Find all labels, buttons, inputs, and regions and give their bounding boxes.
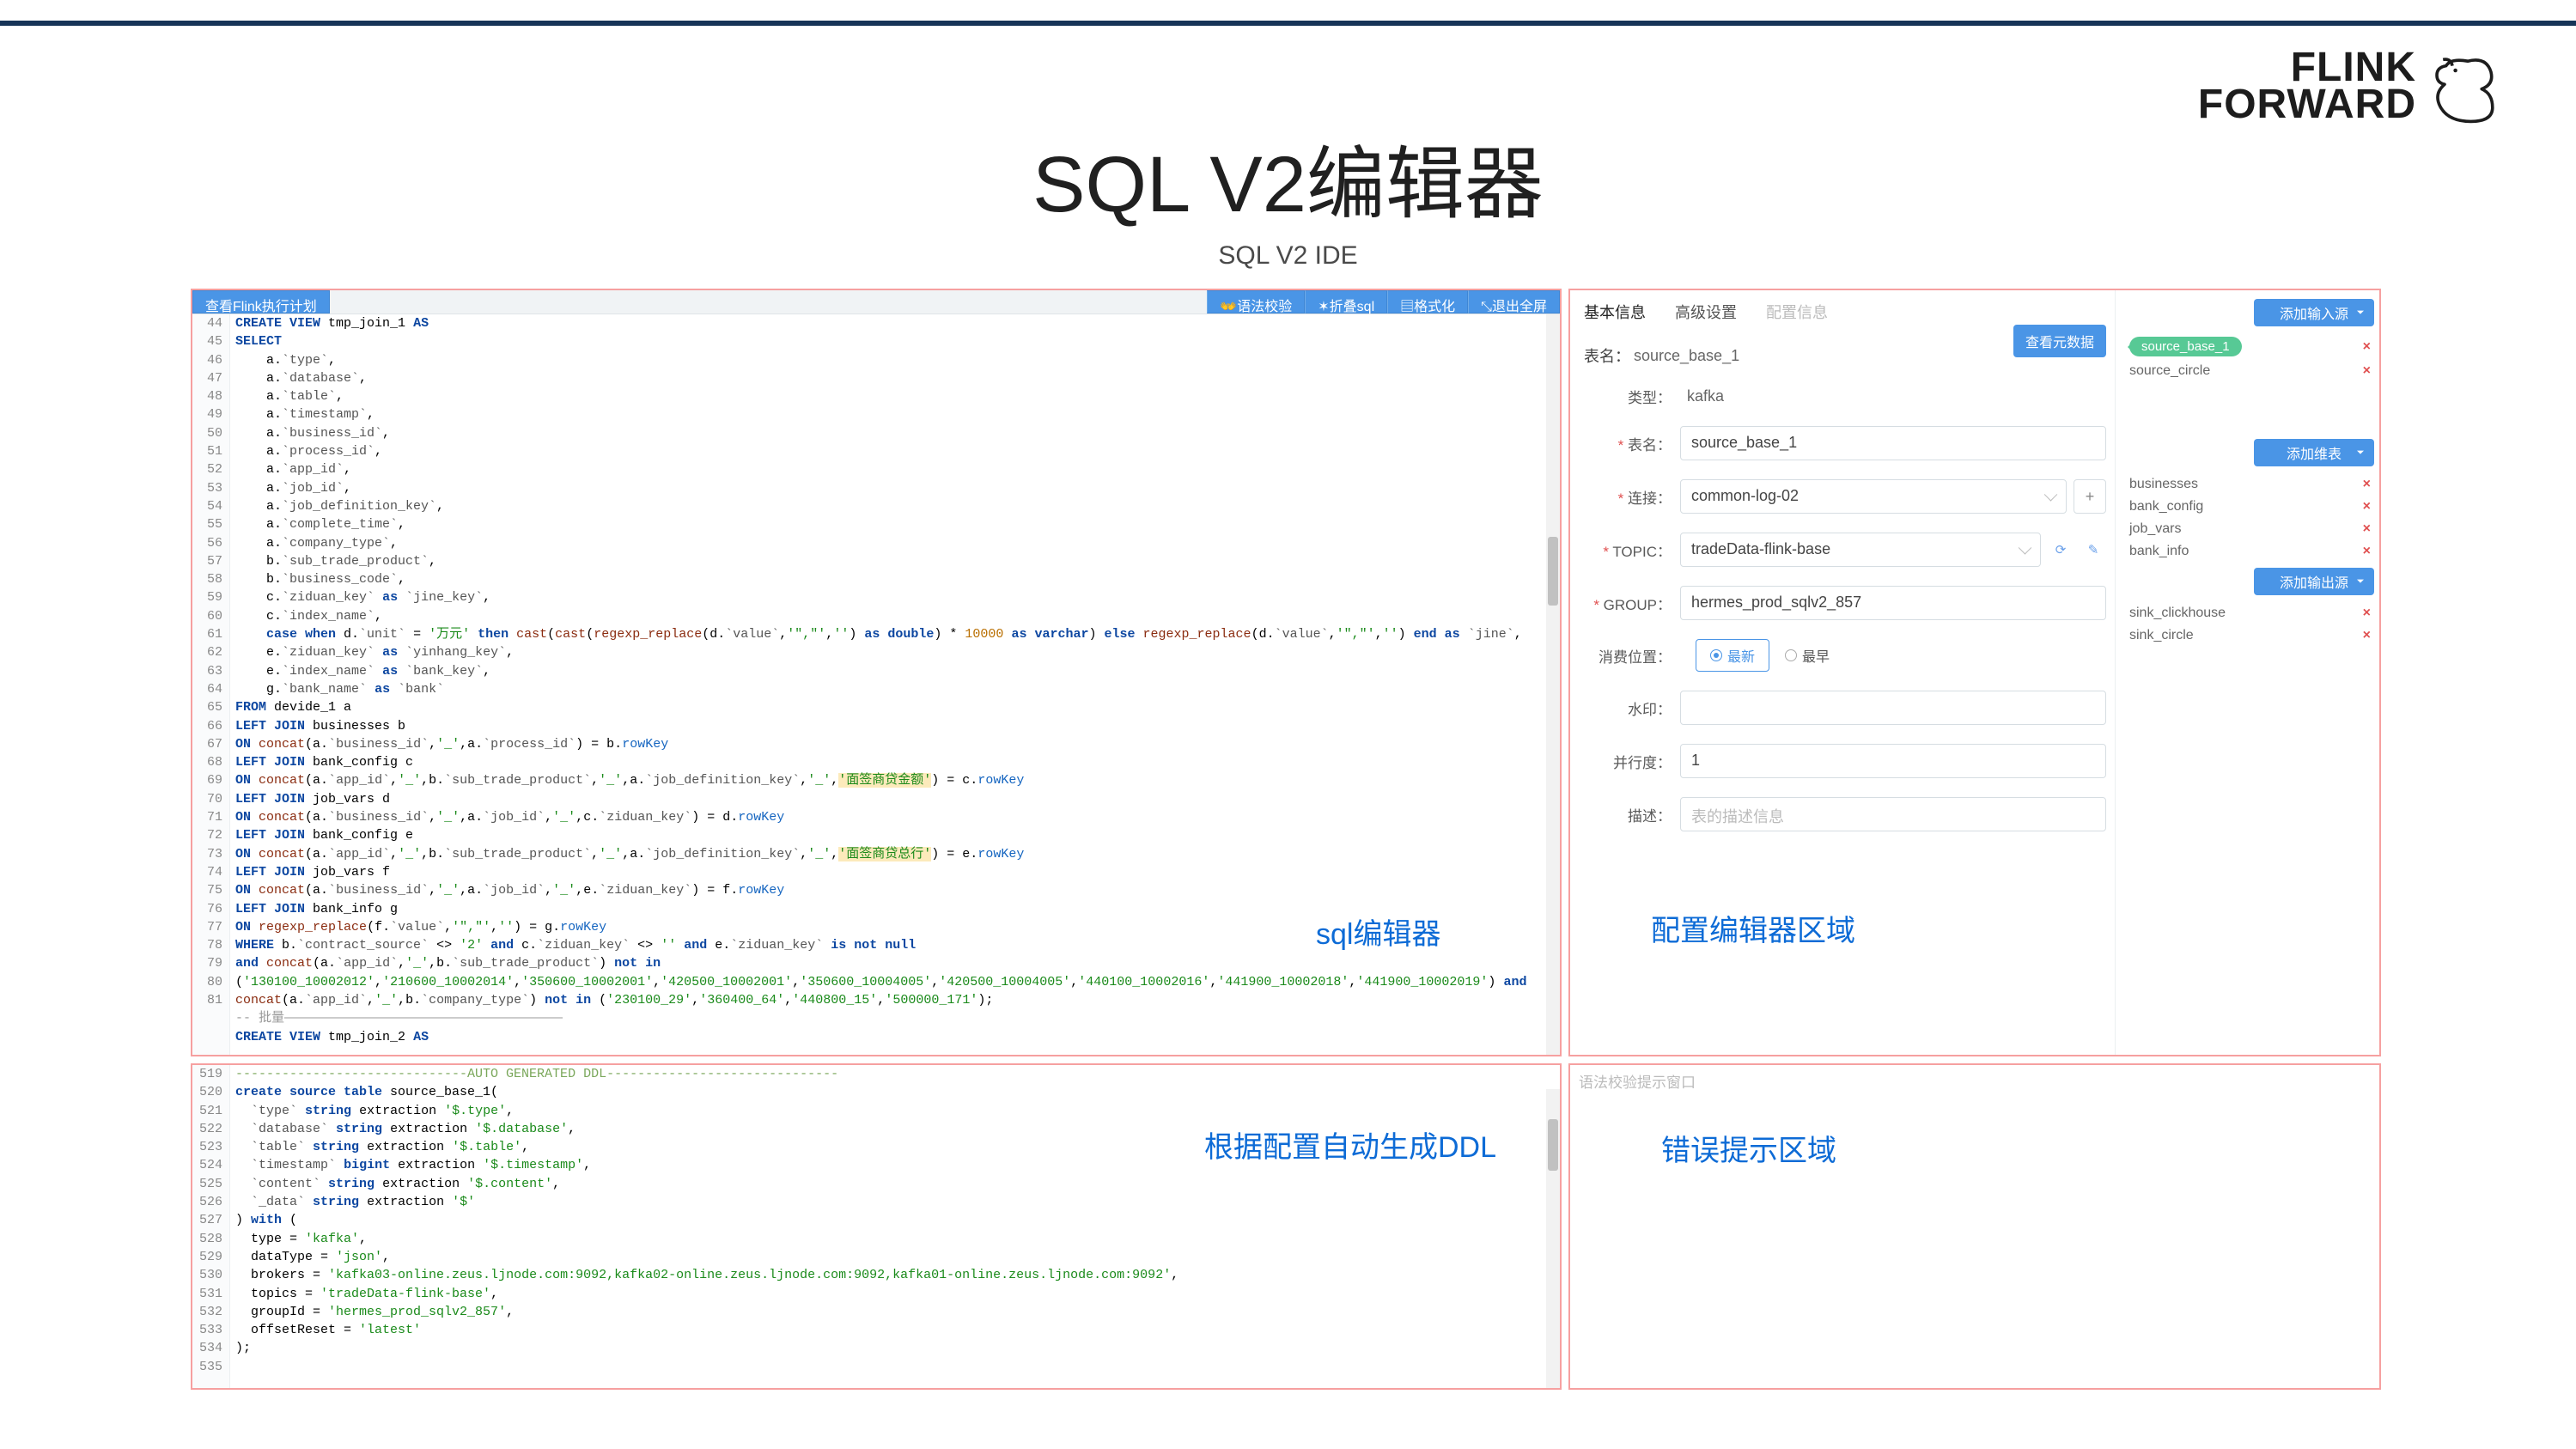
desc-input[interactable]: 表的描述信息 [1680, 797, 2106, 831]
sql-code[interactable]: CREATE VIEW tmp_join_1 AS SELECT a.`type… [230, 314, 1560, 1055]
side-item-label: bank_config [2129, 499, 2203, 514]
header-bar [0, 0, 2576, 26]
brand-line1: FLINK [2198, 49, 2416, 86]
watermark-label: 水印： [1584, 697, 1680, 719]
ddl-scrollbar[interactable] [1546, 1089, 1560, 1388]
radio-dot-icon [1710, 649, 1722, 661]
remove-icon[interactable]: × [2363, 363, 2371, 379]
conn-add-button[interactable]: + [2074, 479, 2106, 514]
page-title: SQL V2编辑器 [0, 120, 2576, 234]
ide-container: 查看Flink执行计划 👐语法校验 ✶折叠sql ▤格式化 ⤡退出全屏 44 4… [191, 289, 2386, 1397]
title-block: SQL V2编辑器 SQL V2 IDE [0, 120, 2576, 271]
parallel-label: 并行度： [1584, 751, 1680, 772]
type-value: kafka [1680, 387, 1724, 405]
topic-edit-button[interactable]: ✎ [2080, 537, 2106, 563]
syntax-check-button[interactable]: 👐语法校验 [1207, 290, 1305, 314]
remove-icon[interactable]: × [2363, 606, 2371, 621]
sql-toolbar: 查看Flink执行计划 👐语法校验 ✶折叠sql ▤格式化 ⤡退出全屏 [192, 290, 1560, 314]
remove-icon[interactable]: × [2363, 477, 2371, 492]
side-item-label: job_vars [2129, 521, 2181, 537]
topic-select[interactable]: tradeData-flink-base [1680, 533, 2041, 567]
ddl-panel: 519 520 521 522 523 524 525 526 527 528 … [191, 1063, 1562, 1390]
side-item[interactable]: businesses × [2121, 473, 2374, 496]
refresh-icon: ⟳ [2055, 542, 2067, 557]
name-input[interactable]: source_base_1 [1680, 426, 2106, 460]
ddl-line-gutter: 519 520 521 522 523 524 525 526 527 528 … [192, 1065, 230, 1388]
format-button[interactable]: ▤格式化 [1387, 290, 1468, 314]
fullscreen-exit-icon: ⤡ [1481, 300, 1492, 314]
fold-icon: ✶ [1318, 300, 1329, 314]
remove-icon[interactable]: × [2363, 339, 2371, 355]
tab-advanced[interactable]: 高级设置 [1675, 301, 1737, 323]
side-item[interactable]: bank_info × [2121, 540, 2374, 563]
error-hint: 语法校验提示窗口 [1579, 1070, 2371, 1092]
consume-earliest-radio[interactable]: 最早 [1785, 640, 1843, 671]
config-editor-panel: 基本信息 高级设置 配置信息 表名： source_base_1 查看元数据 类… [1568, 289, 2381, 1056]
side-item-label: sink_clickhouse [2129, 606, 2226, 621]
side-item[interactable]: job_vars × [2121, 518, 2374, 540]
view-plan-button[interactable]: 查看Flink执行计划 [192, 290, 330, 314]
conn-label: 连接： [1584, 486, 1680, 508]
squirrel-icon [2421, 47, 2499, 125]
sql-scrollbar[interactable] [1546, 314, 1560, 1055]
add-dim-table-button[interactable]: 添加维表 [2254, 439, 2374, 466]
tab-config[interactable]: 配置信息 [1766, 301, 1828, 323]
config-side-list: 添加输入源 source_base_1×source_circle× 添加维表 … [2115, 290, 2379, 1055]
table-head-value: source_base_1 [1634, 347, 1739, 365]
side-item-label: businesses [2129, 477, 2198, 492]
side-item[interactable]: sink_clickhouse × [2121, 602, 2374, 624]
view-meta-button[interactable]: 查看元数据 [2013, 325, 2106, 357]
error-panel: 语法校验提示窗口 [1568, 1063, 2381, 1390]
consume-latest-radio[interactable]: 最新 [1696, 639, 1769, 672]
radio-dot-icon [1785, 649, 1797, 661]
fold-sql-button[interactable]: ✶折叠sql [1305, 290, 1387, 314]
plus-icon: + [2086, 488, 2095, 506]
watermark-input[interactable] [1680, 691, 2106, 725]
sql-editor-panel: 查看Flink执行计划 👐语法校验 ✶折叠sql ▤格式化 ⤡退出全屏 44 4… [191, 289, 1562, 1056]
add-output-source-button[interactable]: 添加输出源 [2254, 568, 2374, 595]
table-head-label: 表名： [1584, 344, 1630, 367]
remove-icon[interactable]: × [2363, 521, 2371, 537]
page-subtitle: SQL V2 IDE [0, 241, 2576, 271]
ddl-code[interactable]: ------------------------------AUTO GENER… [230, 1065, 1560, 1388]
sql-line-gutter: 44 45 46 47 48 49 50 51 52 53 54 55 56 5… [192, 314, 230, 1055]
conn-select[interactable]: common-log-02 [1680, 479, 2067, 514]
brand-line2: FORWARD [2198, 86, 2416, 123]
desc-label: 描述： [1584, 804, 1680, 825]
config-form: 基本信息 高级设置 配置信息 表名： source_base_1 查看元数据 类… [1570, 290, 2115, 1055]
add-input-source-button[interactable]: 添加输入源 [2254, 299, 2374, 326]
topic-refresh-button[interactable]: ⟳ [2048, 537, 2074, 563]
side-item[interactable]: bank_config × [2121, 496, 2374, 518]
group-input[interactable]: hermes_prod_sqlv2_857 [1680, 586, 2106, 620]
sql-code-pane[interactable]: 44 45 46 47 48 49 50 51 52 53 54 55 56 5… [192, 314, 1560, 1055]
name-label: 表名： [1584, 433, 1680, 454]
type-label: 类型： [1584, 386, 1680, 407]
brand-logo: FLINK FORWARD [2198, 47, 2499, 125]
scrollbar-thumb[interactable] [1548, 1119, 1558, 1171]
side-item[interactable]: source_base_1 × [2121, 333, 2374, 360]
side-item-label: source_circle [2129, 363, 2210, 379]
side-item-label: sink_circle [2129, 628, 2194, 643]
scrollbar-thumb[interactable] [1548, 537, 1558, 606]
ddl-code-pane[interactable]: 519 520 521 522 523 524 525 526 527 528 … [192, 1065, 1560, 1388]
edit-icon: ✎ [2088, 542, 2099, 557]
consume-label: 消费位置： [1584, 645, 1680, 667]
hands-icon: 👐 [1220, 300, 1237, 314]
side-item[interactable]: sink_circle × [2121, 624, 2374, 647]
active-source-pill: source_base_1 [2129, 337, 2242, 356]
side-item[interactable]: source_circle × [2121, 360, 2374, 382]
exit-fullscreen-button[interactable]: ⤡退出全屏 [1468, 290, 1560, 314]
group-label: GROUP： [1584, 593, 1680, 614]
remove-icon[interactable]: × [2363, 628, 2371, 643]
topic-label: TOPIC： [1584, 539, 1680, 561]
remove-icon[interactable]: × [2363, 544, 2371, 559]
remove-icon[interactable]: × [2363, 499, 2371, 514]
side-item-label: bank_info [2129, 544, 2189, 559]
parallel-input[interactable]: 1 [1680, 744, 2106, 778]
format-icon: ▤ [1400, 300, 1414, 314]
tab-basic[interactable]: 基本信息 [1584, 301, 1646, 323]
